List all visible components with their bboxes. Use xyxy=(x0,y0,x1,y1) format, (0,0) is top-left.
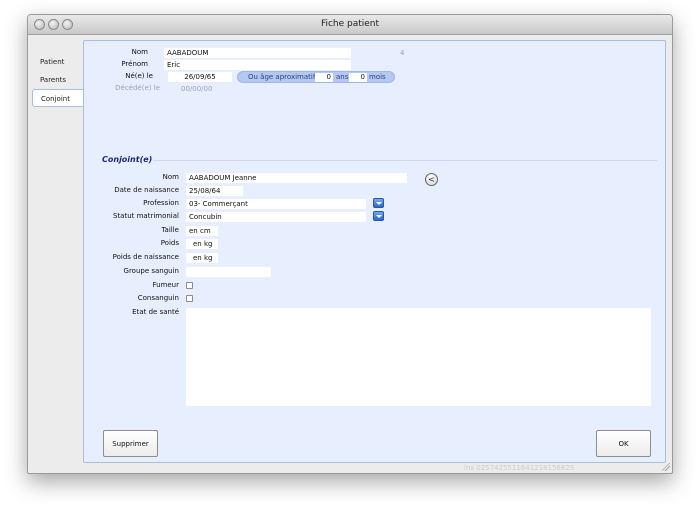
etat-textarea[interactable] xyxy=(186,308,651,406)
patient-prenom-field[interactable]: Eric xyxy=(164,60,351,70)
ok-button[interactable]: OK xyxy=(596,430,651,457)
tab-conjoint[interactable]: Conjoint xyxy=(32,89,83,107)
patient-window: Fiche patient Patient Parents Conjoint N… xyxy=(27,14,673,474)
poids-field[interactable]: en kg xyxy=(186,239,218,249)
profession-label: Profession xyxy=(143,199,179,207)
section-title-conjoint: Conjoint(e) xyxy=(102,155,153,164)
profession-dropdown-button[interactable] xyxy=(373,198,384,208)
chevron-down-icon xyxy=(375,215,382,218)
age-ans-field[interactable]: 0 xyxy=(315,73,333,82)
statut-dropdown-button[interactable] xyxy=(373,211,384,221)
tab-patient[interactable]: Patient xyxy=(32,53,80,71)
poids-naissance-field[interactable]: en kg xyxy=(186,253,218,263)
patient-id: 4 xyxy=(400,49,405,57)
taille-field[interactable]: en cm xyxy=(186,226,218,236)
patient-decede-value[interactable]: 00/00/00 xyxy=(181,84,212,94)
conjoint-nom-field[interactable]: AABADOUM Jeanne xyxy=(186,173,407,183)
statut-label: Statut matrimonial xyxy=(112,212,179,220)
groupe-field[interactable] xyxy=(186,267,271,277)
dob-field[interactable]: 25/08/64 xyxy=(186,186,243,196)
statut-field[interactable]: Concubin xyxy=(186,212,366,222)
fumeur-checkbox[interactable] xyxy=(186,282,193,289)
ans-label: ans xyxy=(336,73,349,81)
patient-ne-field[interactable]: 26/09/65 xyxy=(168,72,232,82)
conjoint-panel: Nom AABADOUM 4 Prénom Eric Né(e) le 26/0… xyxy=(83,40,666,463)
patient-ne-label: Né(e) le xyxy=(125,72,153,80)
consanguin-checkbox[interactable] xyxy=(186,295,193,302)
groupe-label: Groupe sanguin xyxy=(123,267,179,275)
ins-number: ins 0257425511641218156825 xyxy=(464,464,575,472)
age-mois-field[interactable]: 0 xyxy=(349,73,367,82)
dob-label: Date de naissance xyxy=(114,186,179,194)
patient-decede-label: Décédé(e) le xyxy=(115,84,160,92)
window-title: Fiche patient xyxy=(320,19,380,29)
tab-parents[interactable]: Parents xyxy=(32,71,80,89)
chevron-down-icon xyxy=(375,202,382,205)
patient-prenom-label: Prénom xyxy=(121,60,148,68)
patient-nom-label: Nom xyxy=(131,48,148,56)
profession-field[interactable]: 03- Commerçant xyxy=(186,199,366,209)
resize-grip-icon[interactable] xyxy=(662,463,670,471)
etat-label: Etat de santé xyxy=(132,308,179,316)
section-divider xyxy=(153,160,657,161)
consanguin-label: Consanguin xyxy=(137,294,179,302)
taille-label: Taille xyxy=(161,226,179,234)
title-bar[interactable]: Fiche patient xyxy=(28,15,672,35)
fumeur-label: Fumeur xyxy=(152,281,179,289)
back-button[interactable]: < xyxy=(425,173,438,186)
age-approx-group: Ou âge aproximatif 0 ans 0 mois xyxy=(237,71,395,83)
poids-label: Poids xyxy=(160,239,179,247)
supprimer-button[interactable]: Supprimer xyxy=(103,430,158,457)
conjoint-nom-label: Nom xyxy=(162,173,179,181)
mois-label: mois xyxy=(369,73,386,81)
age-approx-label: Ou âge aproximatif xyxy=(248,73,316,81)
patient-nom-field[interactable]: AABADOUM xyxy=(164,48,351,58)
poids-naissance-label: Poids de naissance xyxy=(112,253,179,261)
